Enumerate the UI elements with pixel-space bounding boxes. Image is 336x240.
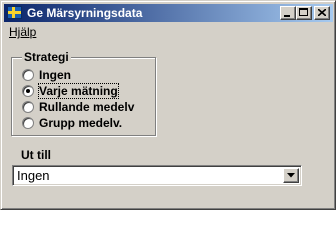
window-title: Ge Märsyrningsdata [27,6,143,20]
maximize-icon [299,8,308,16]
radio-button[interactable] [22,69,34,81]
menu-bar: Hjälp [4,23,333,41]
radio-button[interactable] [22,117,34,129]
title-bar[interactable]: Ge Märsyrningsdata [4,4,333,22]
radio-label: Varje mätning [38,83,119,99]
radio-label: Grupp medelv. [39,116,123,130]
strategy-group-label: Strategi [22,50,71,64]
menu-help[interactable]: Hjälp [9,25,36,39]
minimize-icon [284,15,290,17]
app-window: Ge Märsyrningsdata Hjälp Strategi Ingen … [0,0,336,210]
radio-label: Ingen [39,68,71,82]
until-label: Ut till [21,148,51,162]
dropdown-button[interactable] [283,168,299,183]
app-icon[interactable] [7,6,22,19]
chevron-down-icon [287,173,295,178]
radio-button-selected[interactable] [22,85,34,97]
until-select[interactable]: Ingen [12,165,302,186]
minimize-button[interactable] [280,6,296,20]
radio-label: Rullande medelv [39,100,135,114]
radio-button[interactable] [22,101,34,113]
maximize-button[interactable] [296,6,312,20]
close-icon [318,9,326,16]
close-button[interactable] [314,6,330,20]
until-select-value: Ingen [17,168,50,183]
